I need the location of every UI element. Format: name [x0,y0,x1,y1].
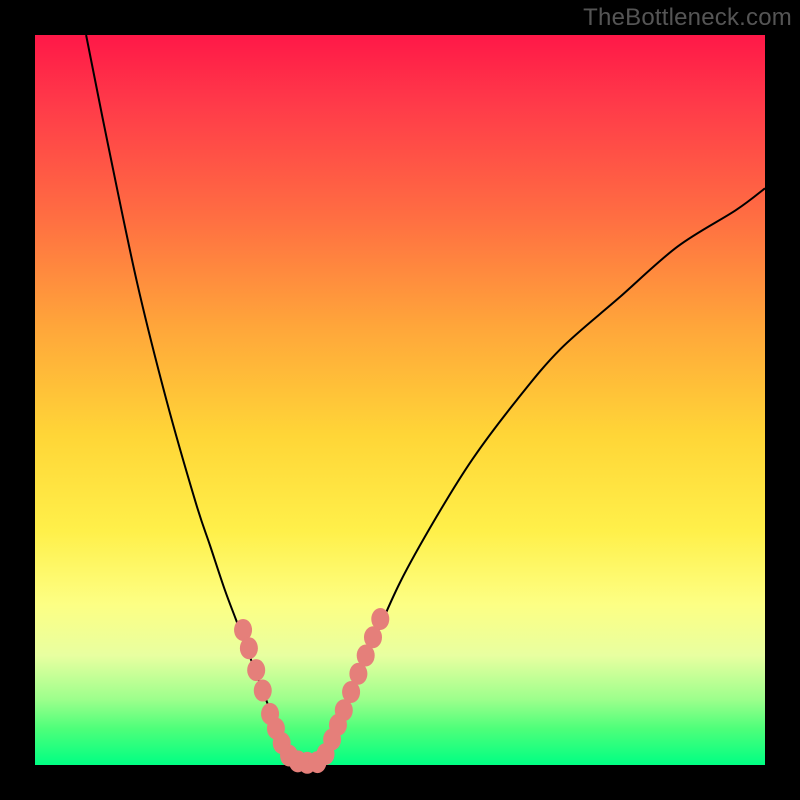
curve-marker [240,637,258,659]
curve-marker [254,680,272,702]
chart-frame: TheBottleneck.com [0,0,800,800]
curve-marker [371,608,389,630]
curve-marker [247,659,265,681]
bottleneck-curve [86,35,765,763]
chart-svg [0,0,800,800]
